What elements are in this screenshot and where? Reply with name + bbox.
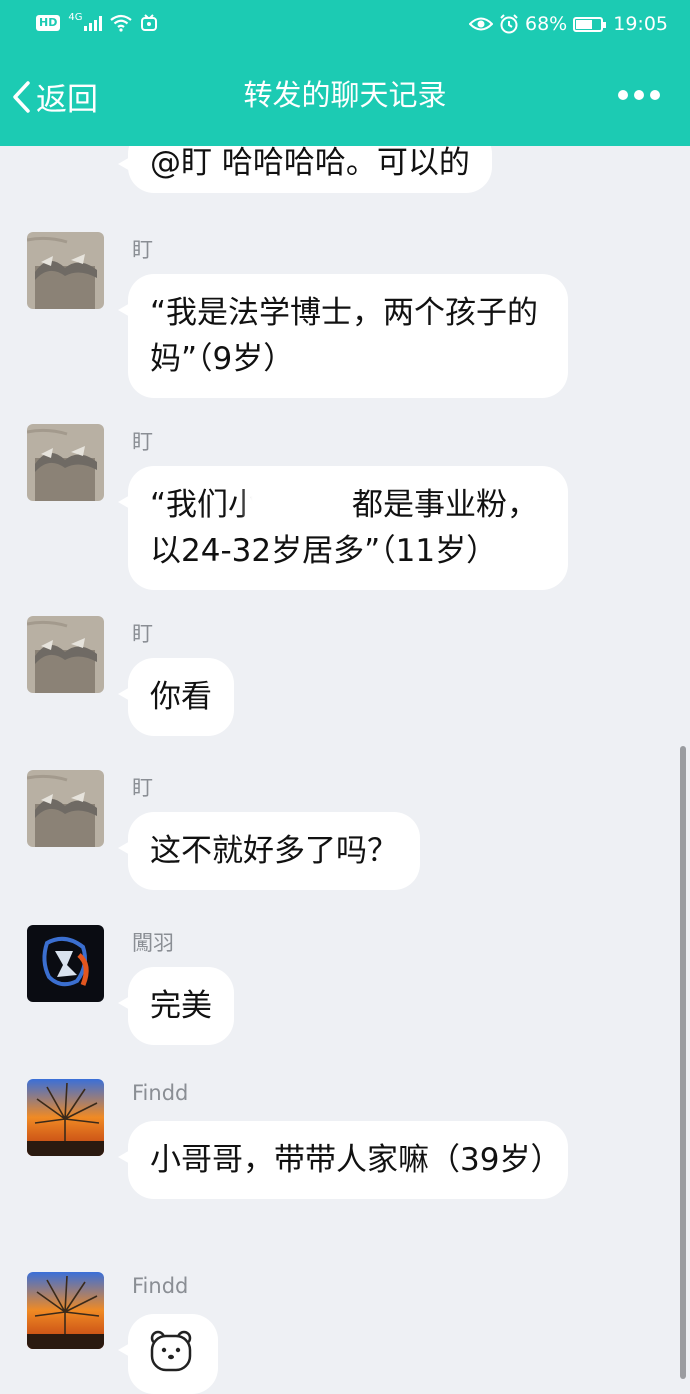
message-bubble[interactable]: 完美: [118, 967, 234, 1045]
top-bar: HD 4G 68% 19:05 返回 转发的聊天记录: [0, 0, 690, 146]
dot: [618, 90, 628, 100]
redaction-blur: [246, 470, 316, 530]
dot: [650, 90, 660, 100]
message-bubble[interactable]: 这不就好多了吗？: [118, 812, 420, 890]
sender-name: 闖羽: [132, 931, 174, 955]
chat-history[interactable]: @盯 哈哈哈哈。可以的 盯 “我是法学博士，两个孩子的妈”（9岁） 盯 “我们小…: [0, 0, 690, 1394]
more-options-button[interactable]: [618, 90, 660, 100]
notification-icon: [141, 14, 158, 31]
bear-emoji-icon: [150, 1330, 192, 1372]
wifi-icon: [110, 14, 133, 32]
hd-badge: HD: [36, 15, 61, 31]
avatar-ding[interactable]: [27, 232, 104, 309]
network-type: 4G: [68, 11, 83, 23]
message-bubble[interactable]: “我是法学博士，两个孩子的妈”（9岁）: [118, 274, 568, 398]
avatar-findd[interactable]: [27, 1272, 104, 1349]
message-bubble[interactable]: 小哥哥，带带人家嘛（39岁）: [118, 1121, 568, 1199]
battery-percent: 68%: [525, 13, 568, 35]
message-bubble[interactable]: “我们小 都是事业粉，以24-32岁居多”（11岁）: [118, 466, 568, 590]
message-bubble[interactable]: 你看: [118, 658, 234, 736]
page-title: 转发的聊天记录: [243, 78, 447, 112]
sender-name: 盯: [132, 238, 153, 262]
nav-header: 返回 转发的聊天记录: [0, 52, 690, 146]
avatar-chuangyu[interactable]: [27, 925, 104, 1002]
sender-name: 盯: [132, 776, 153, 800]
dot: [634, 90, 644, 100]
sender-name: 盯: [132, 430, 153, 454]
sender-name: Findd: [132, 1274, 189, 1298]
avatar-ding[interactable]: [27, 616, 104, 693]
scrollbar[interactable]: [680, 746, 686, 1379]
status-bar: HD 4G 68% 19:05: [0, 0, 690, 52]
eye-icon: [469, 17, 493, 31]
sticker-bubble[interactable]: [118, 1314, 218, 1394]
avatar-ding[interactable]: [27, 770, 104, 847]
sender-name: Findd: [132, 1081, 189, 1105]
alarm-icon: [500, 14, 518, 34]
battery-icon: [573, 16, 607, 32]
clock: 19:05: [613, 13, 668, 35]
avatar-findd[interactable]: [27, 1079, 104, 1156]
signal-icon: [84, 15, 103, 31]
avatar-ding[interactable]: [27, 424, 104, 501]
sender-name: 盯: [132, 622, 153, 646]
